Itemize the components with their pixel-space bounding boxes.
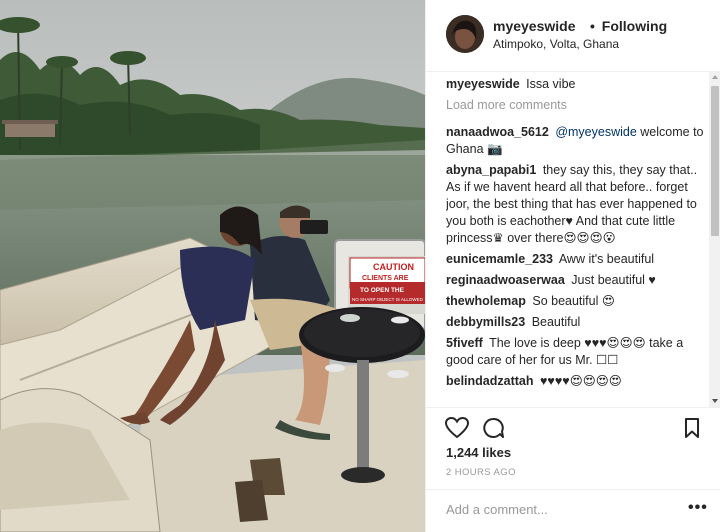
follow-status[interactable]: • Following [587, 18, 667, 34]
post-header: myeyeswide • Following Atimpoko, Volta, … [426, 0, 720, 72]
follow-status-label[interactable]: Following [602, 18, 667, 34]
comment-text: ♥♥♥♥😍😍😍😍 [540, 374, 622, 388]
comment: eunicemamle_233 Aww it's beautiful [446, 251, 708, 268]
caption: myeyeswide Issa vibe [446, 76, 708, 93]
comments-list[interactable]: myeyeswide Issa vibe Load more comments … [446, 76, 708, 402]
scroll-down-arrow-icon[interactable] [712, 399, 718, 403]
post-actions-bar [426, 407, 720, 447]
scrollbar-thumb[interactable] [711, 86, 719, 236]
comment-username[interactable]: 5fiveff [446, 336, 483, 350]
comment: debbymills23 Beautiful [446, 314, 708, 331]
comment: reginaadwoaserwaa Just beautiful ♥ [446, 272, 708, 289]
comments-scrollbar[interactable] [709, 72, 720, 407]
comment-text: Just beautiful ♥ [571, 273, 656, 287]
speech-bubble-icon[interactable] [480, 416, 506, 440]
post-timestamp[interactable]: 2 HOURS AGO [446, 467, 516, 478]
comment: 5fiveff The love is deep ♥♥♥😍😍😍 take a g… [446, 335, 708, 369]
more-options-icon[interactable]: ••• [688, 499, 708, 517]
scroll-up-arrow-icon[interactable] [712, 75, 718, 79]
comment: nanaadwoa_5612 @myeyeswide welcome to Gh… [446, 124, 708, 158]
comment-text: Beautiful [531, 315, 581, 329]
comment: belindadzattah ♥♥♥♥😍😍😍😍 [446, 373, 708, 390]
bookmark-icon[interactable] [679, 416, 705, 440]
avatar-image [446, 15, 484, 53]
post-location[interactable]: Atimpoko, Volta, Ghana [493, 37, 619, 51]
comment-username[interactable]: thewholemap [446, 294, 526, 308]
comment-username[interactable]: nanaadwoa_5612 [446, 125, 549, 139]
comment-username[interactable]: debbymills23 [446, 315, 525, 329]
comment-username[interactable]: abyna_papabi1 [446, 163, 536, 177]
boat-sign-line3: TO OPEN THE [360, 287, 405, 294]
separator-dot: • [590, 18, 595, 34]
load-more-comments-button[interactable]: Load more comments [446, 97, 708, 114]
add-comment-section: ••• [426, 489, 720, 532]
add-comment-input[interactable] [446, 502, 666, 517]
boat-sign-line2: CLIENTS ARE [362, 275, 409, 282]
comment-username[interactable]: reginaadwoaserwaa [446, 273, 565, 287]
comment: thewholemap So beautiful 😍 [446, 293, 708, 310]
boat-sign-line4: NO SHARP OBJECT IS ALLOWED [352, 297, 424, 302]
comment: abyna_papabi1 they say this, they say th… [446, 162, 708, 247]
comment-username[interactable]: belindadzattah [446, 374, 534, 388]
post-photo-illustration: CAUTION CLIENTS ARE TO OPEN THE NO SHARP… [0, 0, 425, 532]
comment-username[interactable]: eunicemamle_233 [446, 252, 553, 266]
post-username[interactable]: myeyeswide [493, 18, 576, 34]
post-side-panel: myeyeswide • Following Atimpoko, Volta, … [425, 0, 720, 532]
post-photo[interactable]: CAUTION CLIENTS ARE TO OPEN THE NO SHARP… [0, 0, 425, 532]
comment-mention[interactable]: @myeyeswide [555, 125, 636, 139]
comment-text: Aww it's beautiful [558, 252, 655, 266]
caption-username[interactable]: myeyeswide [446, 77, 520, 91]
boat-sign-caution: CAUTION [373, 262, 414, 272]
heart-outline-icon[interactable] [444, 416, 470, 440]
likes-count[interactable]: 1,244 likes [446, 445, 511, 460]
comment-text: So beautiful 😍 [532, 294, 615, 308]
avatar[interactable] [446, 15, 484, 53]
caption-text: Issa vibe [526, 77, 576, 91]
